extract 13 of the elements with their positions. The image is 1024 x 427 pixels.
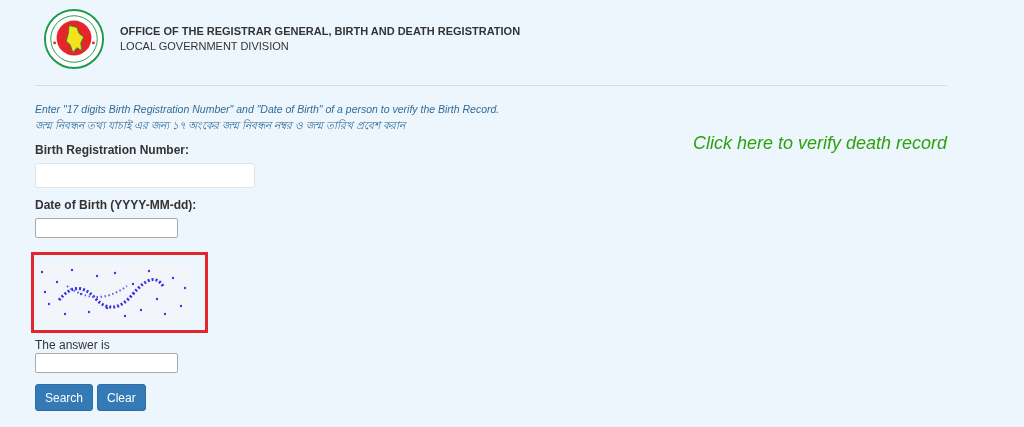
- instruction-text: Enter "17 digits Birth Registration Number" and "Date of Birth" of a person to verify the Birth Record.: [35, 102, 501, 117]
- form-button[interactable]: Clear: [97, 384, 146, 411]
- emblem-icon: [43, 8, 105, 70]
- field-label: Date of Birth (YYYY-MM-dd):: [35, 198, 198, 212]
- office-title: OFFICE OF THE REGISTRAR GENERAL, BIRTH AND DEATH REGISTRATION: [120, 24, 521, 37]
- field-label: Birth Registration Number:: [35, 143, 190, 157]
- form-button[interactable]: Search: [35, 384, 94, 411]
- death-record-link[interactable]: Click here to verify death record: [692, 133, 947, 411]
- division-subtitle: LOCAL GOVERNMENT DIVISION: [120, 39, 290, 52]
- answer-label: The answer is: [35, 338, 111, 352]
- answer-field[interactable]: [35, 353, 178, 373]
- input-field[interactable]: [35, 218, 178, 238]
- instruction-text: জন্ম নিবন্ধন তথ্য যাচাই এর জন্য ১৭ অংকের জন্ম নিবন্ধন নম্বর ও জন্ম তারিখ প্রবেশ করান: [35, 118, 408, 133]
